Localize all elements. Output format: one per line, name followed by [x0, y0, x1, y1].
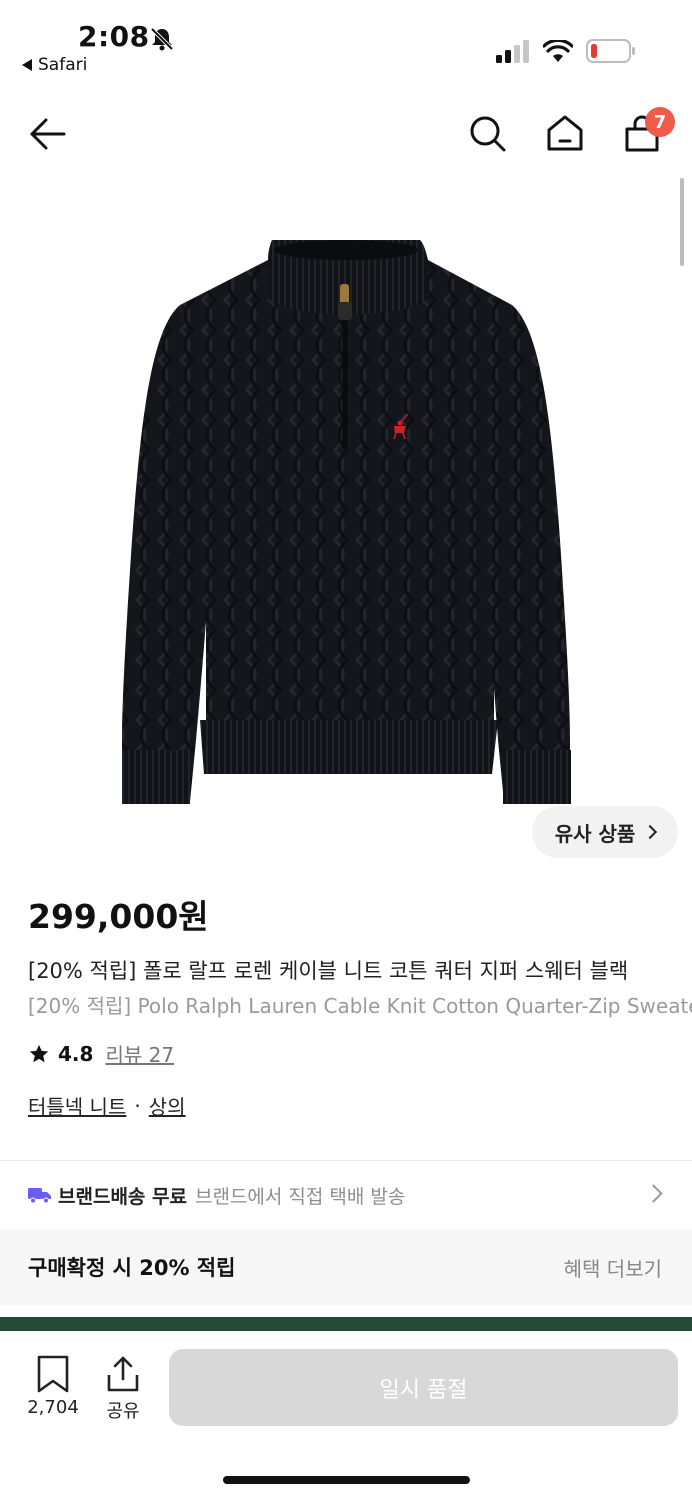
chevron-right-icon [643, 824, 658, 840]
rating-row: 4.8 리뷰 27 [28, 1039, 174, 1068]
category-link-top[interactable]: 상의 [149, 1091, 186, 1120]
bookmark-count: 2,704 [27, 1397, 79, 1418]
product-price: 299,000원 [28, 897, 209, 936]
bell-muted-icon [150, 27, 174, 51]
back-arrow-icon[interactable] [28, 114, 68, 154]
search-icon[interactable] [466, 112, 508, 154]
top-nav [0, 100, 692, 170]
share-icon [107, 1356, 139, 1392]
product-title-english: [20% 적립] Polo Ralph Lauren Cable Knit Co… [28, 994, 692, 1018]
back-to-safari[interactable]: Safari [22, 55, 87, 75]
bookmark-icon [37, 1355, 69, 1393]
product-image-gallery[interactable] [0, 180, 692, 870]
product-title-korean: [20% 적립] 폴로 랄프 로렌 케이블 니트 코튼 쿼터 지퍼 스웨터 블랙 [28, 959, 629, 983]
signal-icon [496, 40, 529, 63]
truck-icon [28, 1188, 51, 1204]
home-icon[interactable] [544, 112, 586, 154]
similar-products-button[interactable]: 유사 상품 [532, 806, 678, 858]
battery-low-icon [586, 39, 635, 63]
status-bar: 2:08 Safari [0, 0, 692, 90]
sweater-image [122, 240, 571, 804]
back-triangle-icon [22, 59, 32, 71]
shipping-title: 브랜드배송 무료 [58, 1185, 187, 1208]
rating-value: 4.8 [58, 1041, 94, 1066]
status-time: 2:08 [78, 20, 150, 53]
chevron-right-icon [644, 1184, 663, 1203]
back-app-label: Safari [38, 55, 88, 75]
banner-strip [0, 1317, 692, 1331]
page-scrollbar[interactable] [680, 178, 684, 266]
category-link-turtleneck[interactable]: 터틀넥 니트 [28, 1091, 126, 1120]
review-count-link[interactable]: 리뷰 27 [105, 1039, 174, 1068]
bookmark-button[interactable]: 2,704 [22, 1355, 84, 1418]
star-icon [29, 1044, 49, 1062]
home-indicator [223, 1476, 470, 1484]
category-separator: · [134, 1093, 141, 1118]
benefit-more-link[interactable]: 혜택 더보기 [564, 1253, 662, 1282]
share-label: 공유 [106, 1401, 140, 1422]
sold-out-button[interactable]: 일시 품절 [169, 1349, 678, 1426]
bottom-action-bar: 2,704 공유 일시 품절 [0, 1331, 692, 1500]
cart-count-badge: 7 [645, 107, 675, 137]
wifi-icon [543, 40, 573, 62]
benefit-title: 구매확정 시 20% 적립 [28, 1256, 236, 1280]
category-row: 터틀넥 니트 · 상의 [28, 1091, 186, 1120]
benefit-row[interactable]: 구매확정 시 20% 적립 혜택 더보기 [0, 1229, 692, 1305]
shipping-subtitle: 브랜드에서 직접 택배 발송 [194, 1185, 406, 1208]
shipping-info-row[interactable]: 브랜드배송 무료 브랜드에서 직접 택배 발송 [0, 1161, 692, 1229]
share-button[interactable]: 공유 [98, 1355, 148, 1423]
similar-products-label: 유사 상품 [554, 821, 636, 846]
